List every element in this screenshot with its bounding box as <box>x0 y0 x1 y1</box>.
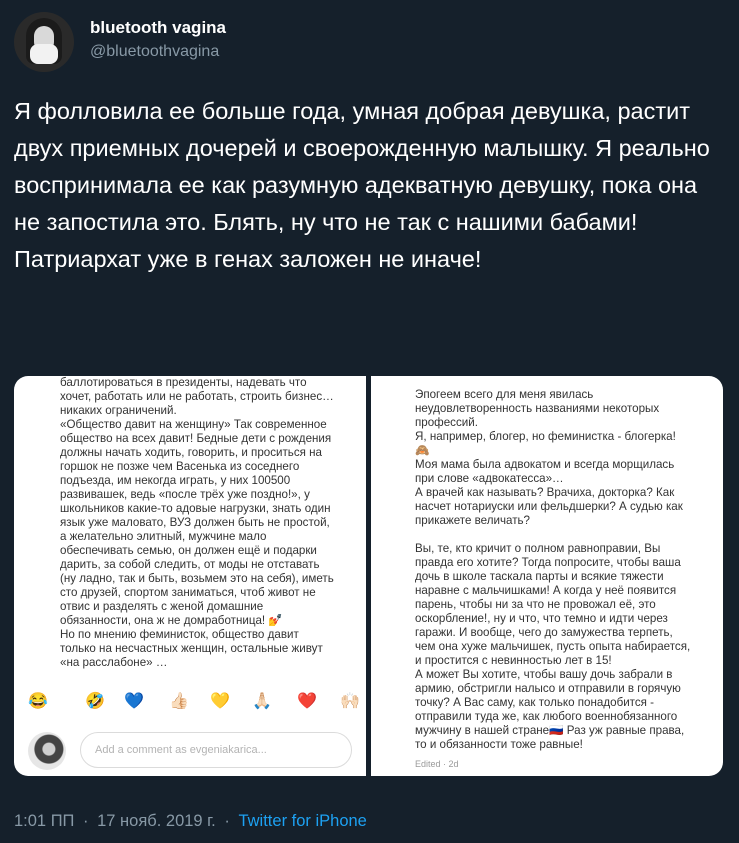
tweet-metadata: 1:01 ПП · 17 нояб. 2019 г. · Twitter for… <box>14 812 367 831</box>
author-display-name[interactable]: bluetooth vagina <box>90 18 226 38</box>
avatar-hands-shape <box>30 44 58 64</box>
author-handle[interactable]: @bluetoothvagina <box>90 43 219 61</box>
emoji-laughing[interactable]: 😂 <box>28 692 48 712</box>
emoji-reaction-row: 😂 🤣 💙 👍🏻 💛 🙏🏻 ❤️ 🙌🏻 <box>22 692 362 716</box>
emoji-thumbs-up[interactable]: 👍🏻 <box>169 692 189 712</box>
comment-input[interactable]: Add a comment as evgeniakarica... <box>80 732 352 768</box>
comment-composer: Add a comment as evgeniakarica... <box>28 730 358 770</box>
tweet-source-link[interactable]: Twitter for iPhone <box>238 812 366 830</box>
tweet-text: Я фолловила ее больше года, умная добрая… <box>14 98 710 272</box>
commenter-avatar <box>28 732 66 770</box>
metadata-separator: · <box>83 812 89 830</box>
tweet-media[interactable]: баллотироваться в президенты, надевать ч… <box>14 376 723 776</box>
media-image-right[interactable]: Эпогеем всего для меня явилась неудовлет… <box>371 376 723 776</box>
tweet-date[interactable]: 17 нояб. 2019 г. <box>97 812 216 830</box>
metadata-separator: · <box>224 812 230 830</box>
emoji-raising-hands[interactable]: 🙌🏻 <box>340 692 360 712</box>
emoji-red-heart[interactable]: ❤️ <box>297 692 317 712</box>
tweet-header: bluetooth vagina @bluetoothvagina <box>14 12 714 72</box>
author-avatar[interactable] <box>14 12 74 72</box>
emoji-rofl[interactable]: 🤣 <box>85 692 105 712</box>
edited-label: Edited · 2d <box>415 759 459 769</box>
instagram-post-text-left: баллотироваться в президенты, надевать ч… <box>60 376 334 669</box>
emoji-yellow-heart[interactable]: 💛 <box>210 692 230 712</box>
emoji-praying-hands[interactable]: 🙏🏻 <box>252 692 272 712</box>
media-image-left[interactable]: баллотироваться в президенты, надевать ч… <box>14 376 366 776</box>
emoji-blue-heart[interactable]: 💙 <box>124 692 144 712</box>
instagram-post-text-right: Эпогеем всего для меня явилась неудовлет… <box>415 388 691 751</box>
tweet-time[interactable]: 1:01 ПП <box>14 812 74 830</box>
